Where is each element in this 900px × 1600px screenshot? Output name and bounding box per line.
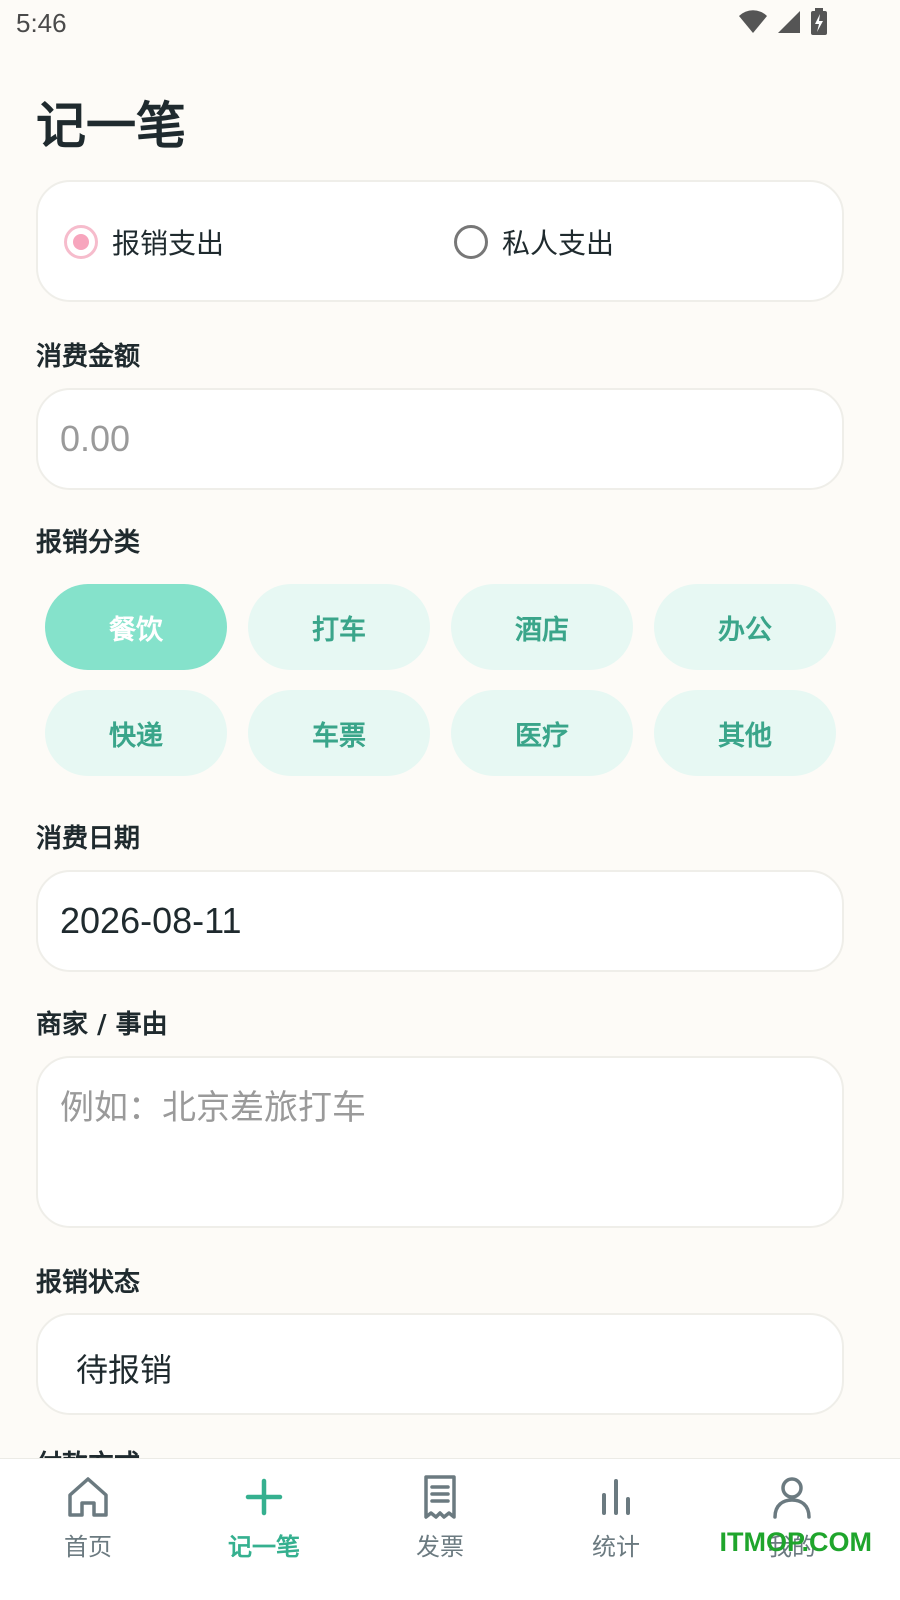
nav-label-add: 记一笔 — [228, 1533, 300, 1561]
battery-charging-icon — [810, 8, 828, 40]
amount-label: 消费金额 — [36, 342, 141, 372]
radio-personal-label: 私人支出 — [502, 227, 615, 260]
amount-input[interactable] — [36, 388, 844, 490]
nav-item-invoice[interactable]: 发票 — [370, 1473, 510, 1562]
radio-reimbursable[interactable]: 报销支出 — [64, 222, 224, 262]
user-icon — [773, 1477, 811, 1519]
radio-checked-icon — [64, 225, 98, 259]
radio-reimbursable-label: 报销支出 — [112, 227, 225, 260]
nav-label-invoice: 发票 — [416, 1533, 464, 1561]
category-chip-office[interactable]: 办公 — [654, 584, 836, 670]
category-chip-ticket[interactable]: 车票 — [248, 690, 430, 776]
receipt-icon — [424, 1475, 456, 1519]
reimburse-status-label: 报销状态 — [36, 1268, 141, 1298]
category-chip-dining[interactable]: 餐饮 — [45, 584, 227, 670]
nav-item-add[interactable]: 记一笔 — [194, 1473, 334, 1562]
watermark: ITMOP.COM — [719, 1527, 872, 1557]
status-time: 5:46 — [16, 8, 67, 38]
merchant-reason-textarea[interactable] — [36, 1056, 844, 1228]
nav-item-stats[interactable]: 统计 — [546, 1473, 686, 1562]
signal-icon — [776, 9, 802, 39]
status-icons — [738, 8, 828, 40]
category-chip-hotel[interactable]: 酒店 — [451, 584, 633, 670]
home-icon — [68, 1477, 108, 1517]
page-title: 记一笔 — [36, 97, 186, 155]
category-chip-other[interactable]: 其他 — [654, 690, 836, 776]
wifi-icon — [738, 9, 768, 39]
date-input[interactable] — [36, 870, 844, 972]
merchant-label: 商家 / 事由 — [36, 1010, 168, 1040]
reimburse-status-value: 待报销 — [76, 1351, 173, 1389]
status-bar: 5:46 — [0, 0, 900, 50]
reimburse-status-select[interactable]: 待报销 — [36, 1313, 844, 1415]
radio-unchecked-icon — [454, 225, 488, 259]
category-chip-medical[interactable]: 医疗 — [451, 690, 633, 776]
expense-type-card: 报销支出 私人支出 — [36, 180, 844, 302]
nav-label-home: 首页 — [64, 1533, 112, 1561]
category-label: 报销分类 — [36, 528, 141, 558]
radio-personal[interactable]: 私人支出 — [454, 222, 614, 262]
date-label: 消费日期 — [36, 824, 141, 854]
category-chip-taxi[interactable]: 打车 — [248, 584, 430, 670]
nav-item-home[interactable]: 首页 — [18, 1473, 158, 1562]
nav-label-stats: 统计 — [592, 1533, 640, 1561]
category-chip-courier[interactable]: 快递 — [45, 690, 227, 776]
screen: 5:46 记一笔 报销支出 私人支出 消费金额 0.00 报销分类 餐饮 打车 … — [0, 0, 900, 1600]
plus-icon — [245, 1478, 283, 1516]
bar-chart-icon — [602, 1479, 630, 1515]
